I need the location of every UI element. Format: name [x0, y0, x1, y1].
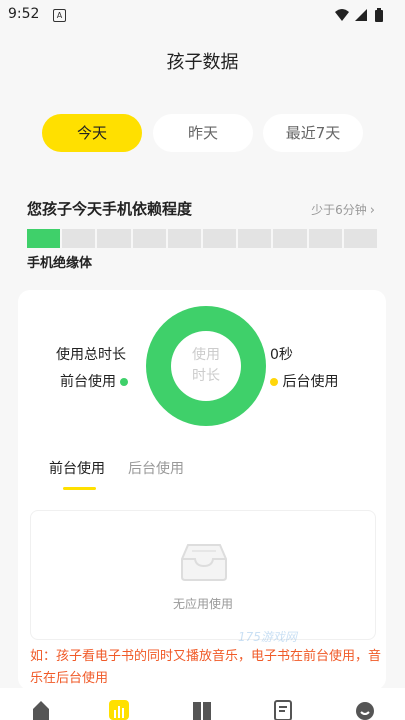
dependency-segment [167, 229, 202, 248]
dependency-level-label: 手机绝缘体 [27, 256, 93, 271]
notes-icon[interactable] [272, 698, 294, 720]
profile-icon[interactable] [354, 698, 376, 720]
donut-center: 使用 时长 [171, 331, 241, 401]
dependency-segment [97, 229, 131, 248]
subtab-background[interactable]: 后台使用 [128, 458, 184, 478]
legend-foreground-dot [120, 378, 129, 386]
dependency-segment [343, 229, 378, 248]
total-duration-value: 0秒 [270, 347, 293, 363]
tab-today[interactable]: 今天 [42, 114, 142, 152]
usage-donut-chart: 使用 时长 [146, 306, 266, 426]
tab-yesterday[interactable]: 昨天 [153, 114, 253, 152]
dependency-hint-text: 少于6分钟 [311, 203, 367, 217]
status-icons [335, 8, 383, 22]
dependency-segment [238, 229, 272, 248]
page-title: 孩子数据 [166, 52, 239, 73]
home-icon[interactable] [30, 698, 52, 720]
legend-background-label: 后台使用 [282, 374, 339, 390]
bottom-nav [0, 688, 405, 720]
dependency-segment [132, 229, 166, 248]
dependency-segment [27, 229, 61, 248]
dependency-segment [308, 229, 342, 248]
total-duration-label: 使用总时长 [56, 347, 126, 363]
signal-icon [355, 9, 367, 21]
status-time: 9:52 [8, 6, 40, 22]
empty-state-text: 无应用使用 [172, 597, 233, 611]
empty-state: 无应用使用 [30, 510, 376, 640]
data-icon[interactable] [108, 698, 130, 720]
dependency-bar [27, 229, 378, 248]
legend-foreground: 前台使用 [60, 371, 129, 391]
usage-note: 如：孩子看电子书的同时又播放音乐，电子书在前台使用，音乐在后台使用 [30, 649, 382, 686]
subtab-active-indicator [63, 487, 96, 490]
dependency-title: 您孩子今天手机依赖程度 [27, 200, 193, 218]
wifi-icon [335, 9, 349, 21]
subtab-foreground[interactable]: 前台使用 [49, 458, 105, 478]
legend-foreground-label: 前台使用 [60, 374, 116, 390]
battery-icon [375, 8, 383, 22]
legend-background: 后台使用 [270, 371, 338, 391]
dependency-segment [62, 229, 96, 248]
dependency-segment [273, 229, 307, 248]
tab-last-7-days[interactable]: 最近7天 [263, 114, 363, 152]
dependency-segment [203, 229, 237, 248]
legend-background-dot [270, 378, 278, 386]
donut-center-text: 使用 时长 [192, 347, 220, 384]
status-bar: 9:52 A [0, 0, 405, 30]
book-icon[interactable] [191, 698, 213, 720]
chevron-right-icon: › [369, 203, 375, 218]
dependency-hint-link[interactable]: 少于6分钟 › [311, 201, 375, 218]
notification-badge-icon: A [53, 9, 66, 22]
empty-box-icon [181, 544, 227, 581]
